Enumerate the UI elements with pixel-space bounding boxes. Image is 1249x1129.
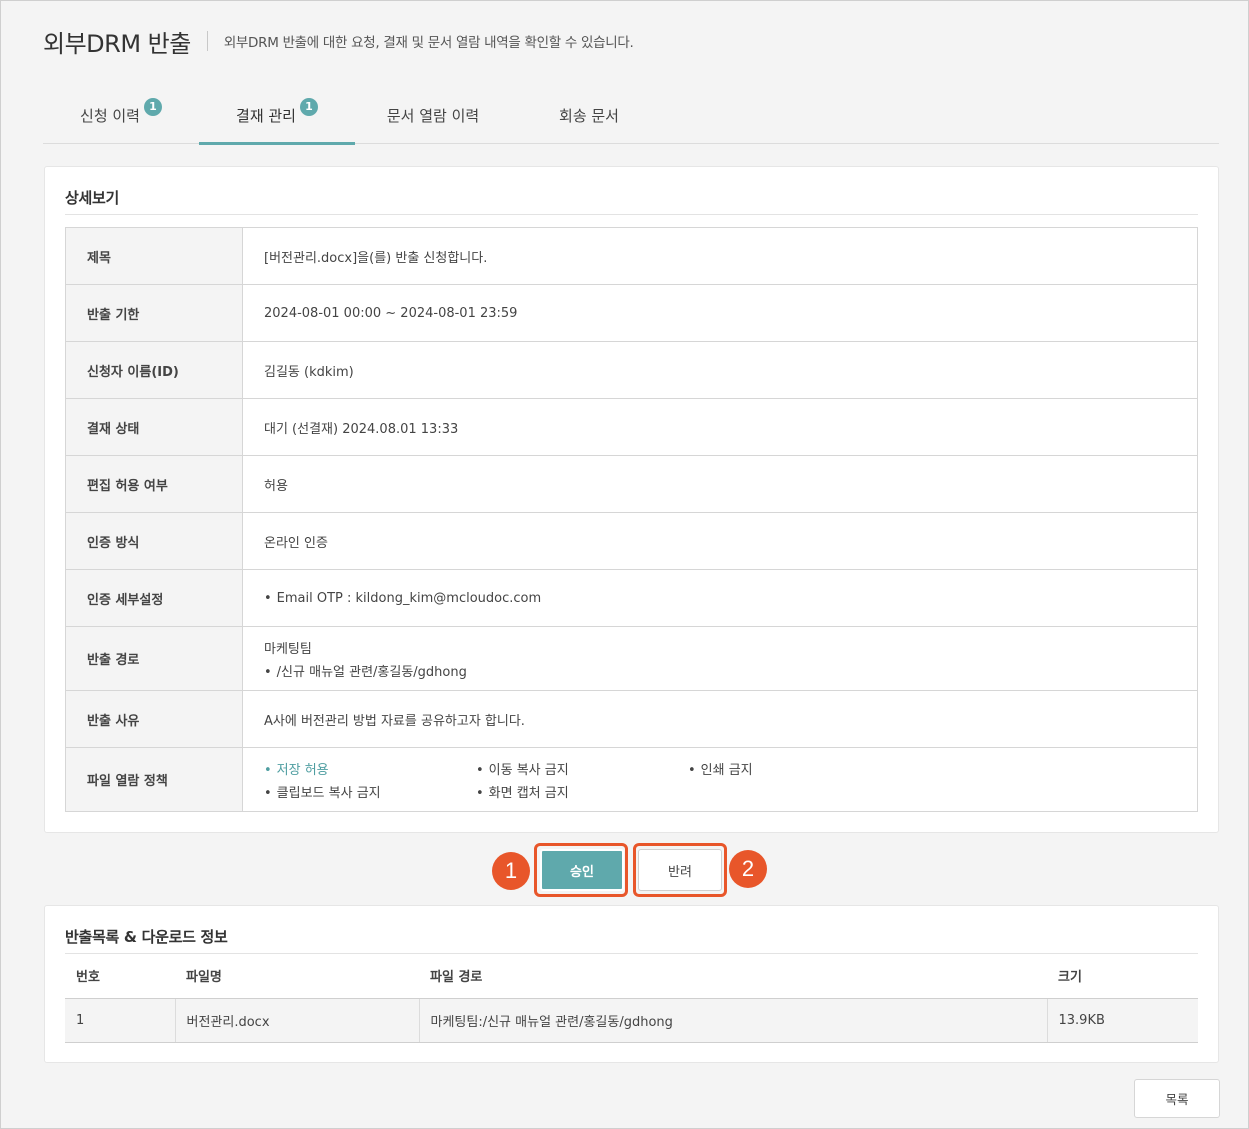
callout-number-1: 1 (492, 852, 530, 890)
row-label: 인증 세부설정 (65, 569, 243, 627)
row-label: 인증 방식 (65, 512, 243, 570)
reject-button[interactable]: 반려 (638, 849, 722, 891)
download-info-card: 반출목록 & 다운로드 정보 번호 파일명 파일 경로 크기 1 버전관리.do… (44, 905, 1219, 1063)
policy-item-save-allowed: 저장 허용 (264, 759, 476, 778)
cell-filename: 버전관리.docx (174, 998, 419, 1043)
file-policy-list: 저장 허용 이동 복사 금지 인쇄 금지 클립보드 복사 금지 화면 캡처 금지 (264, 759, 1197, 801)
approval-status-value: 대기 (선결재) 2024.08.01 13:33 (242, 398, 1198, 456)
page-description: 외부DRM 반출에 대한 요청, 결재 및 문서 열람 내역을 확인할 수 있습… (223, 35, 634, 51)
auth-method-value: 온라인 인증 (242, 512, 1198, 570)
auth-detail-cell: Email OTP : kildong_kim@mcloudoc.com (242, 569, 1198, 627)
col-number: 번호 (65, 954, 175, 999)
export-path-cell: 마케팅팀 /신규 매뉴얼 관련/홍길동/gdhong (242, 626, 1198, 691)
download-table: 번호 파일명 파일 경로 크기 1 버전관리.docx 마케팅팀:/신규 매뉴얼… (65, 954, 1198, 1043)
row-label: 반출 사유 (65, 690, 243, 748)
deadline-value: 2024-08-01 00:00 ~ 2024-08-01 23:59 (242, 284, 1198, 342)
tab-count-badge: 1 (299, 97, 318, 116)
list-button[interactable]: 목록 (1134, 1079, 1220, 1118)
tab-label: 신청 이력 (80, 107, 140, 125)
policy-item-print-denied: 인쇄 금지 (688, 759, 888, 778)
detail-table: 제목 [버전관리.docx]을(를) 반출 신청합니다. 반출 기한 2024-… (65, 227, 1198, 812)
col-size: 크기 (1047, 954, 1198, 999)
tab-request-history[interactable]: 신청 이력 1 (43, 87, 199, 144)
file-policy-cell: 저장 허용 이동 복사 금지 인쇄 금지 클립보드 복사 금지 화면 캡처 금지 (242, 747, 1198, 812)
section-divider (65, 214, 1198, 215)
row-label: 파일 열람 정책 (65, 747, 243, 812)
cell-size: 13.9KB (1046, 998, 1198, 1043)
tab-label: 회송 문서 (559, 107, 619, 125)
row-label: 반출 경로 (65, 626, 243, 691)
auth-detail-value: Email OTP : kildong_kim@mcloudoc.com (264, 591, 541, 606)
policy-item-clipboard-denied: 클립보드 복사 금지 (264, 782, 476, 801)
detail-row-approval-status: 결재 상태 대기 (선결재) 2024.08.01 13:33 (65, 398, 1198, 456)
tab-approval-management[interactable]: 결재 관리 1 (199, 87, 355, 145)
detail-row-auth-detail: 인증 세부설정 Email OTP : kildong_kim@mcloudoc… (65, 569, 1198, 627)
detail-row-deadline: 반출 기한 2024-08-01 00:00 ~ 2024-08-01 23:5… (65, 284, 1198, 342)
download-table-header: 번호 파일명 파일 경로 크기 (65, 954, 1198, 999)
download-section-title: 반출목록 & 다운로드 정보 (65, 928, 228, 946)
tab-count-badge: 1 (143, 97, 162, 116)
subject-value: [버전관리.docx]을(를) 반출 신청합니다. (242, 227, 1198, 285)
cell-number: 1 (65, 998, 175, 1043)
detail-row-edit-allowed: 편집 허용 여부 허용 (65, 455, 1198, 513)
row-label: 제목 (65, 227, 243, 285)
tab-returned-documents[interactable]: 회송 문서 (511, 87, 667, 144)
export-reason-value: A사에 버전관리 방법 자료를 공유하고자 합니다. (242, 690, 1198, 748)
policy-item-move-copy-denied: 이동 복사 금지 (476, 759, 688, 778)
row-label: 신청자 이름(ID) (65, 341, 243, 399)
detail-row-applicant: 신청자 이름(ID) 김길동 (kdkim) (65, 341, 1198, 399)
row-label: 편집 허용 여부 (65, 455, 243, 513)
row-label: 반출 기한 (65, 284, 243, 342)
detail-row-subject: 제목 [버전관리.docx]을(를) 반출 신청합니다. (65, 227, 1198, 285)
tab-bar: 신청 이력 1 결재 관리 1 문서 열람 이력 회송 문서 (43, 87, 1219, 145)
col-filepath: 파일 경로 (419, 954, 1047, 999)
cell-filepath: 마케팅팀:/신규 매뉴얼 관련/홍길동/gdhong (418, 998, 1047, 1043)
page-title: 외부DRM 반출 (43, 29, 191, 58)
export-path-folder: /신규 매뉴얼 관련/홍길동/gdhong (264, 661, 1197, 680)
tab-document-view-history[interactable]: 문서 열람 이력 (355, 87, 511, 144)
detail-card: 상세보기 제목 [버전관리.docx]을(를) 반출 신청합니다. 반출 기한 … (44, 166, 1219, 833)
applicant-value: 김길동 (kdkim) (242, 341, 1198, 399)
detail-row-auth-method: 인증 방식 온라인 인증 (65, 512, 1198, 570)
tab-label: 문서 열람 이력 (386, 107, 480, 125)
page-header: 외부DRM 반출 외부DRM 반출에 대한 요청, 결재 및 문서 열람 내역을… (43, 23, 634, 59)
edit-allowed-value: 허용 (242, 455, 1198, 513)
detail-row-export-path: 반출 경로 마케팅팀 /신규 매뉴얼 관련/홍길동/gdhong (65, 626, 1198, 691)
export-path-team: 마케팅팀 (264, 641, 312, 657)
policy-item-screen-capture-denied: 화면 캡처 금지 (476, 782, 688, 801)
app-frame: 외부DRM 반출 외부DRM 반출에 대한 요청, 결재 및 문서 열람 내역을… (0, 0, 1249, 1129)
approve-button[interactable]: 승인 (540, 849, 624, 891)
detail-section-title: 상세보기 (65, 189, 120, 207)
row-label: 결재 상태 (65, 398, 243, 456)
table-row: 1 버전관리.docx 마케팅팀:/신규 매뉴얼 관련/홍길동/gdhong 1… (65, 998, 1198, 1043)
callout-number-2: 2 (729, 850, 767, 888)
detail-row-export-reason: 반출 사유 A사에 버전관리 방법 자료를 공유하고자 합니다. (65, 690, 1198, 748)
header-divider (206, 31, 208, 51)
detail-row-file-policy: 파일 열람 정책 저장 허용 이동 복사 금지 인쇄 금지 클립보드 복사 금지… (65, 747, 1198, 812)
col-filename: 파일명 (175, 954, 419, 999)
tab-label: 결재 관리 (236, 107, 296, 125)
